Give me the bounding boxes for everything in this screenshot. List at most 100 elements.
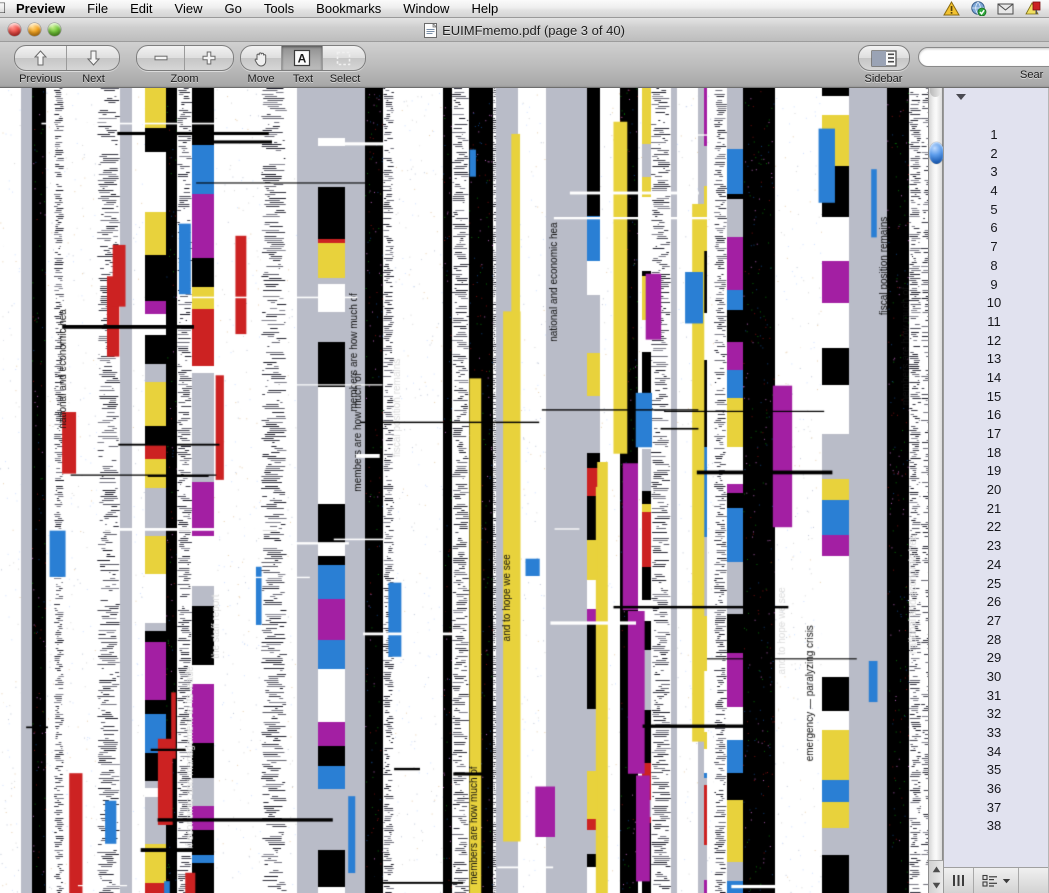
search-field[interactable] — [918, 47, 1049, 67]
scroll-down-arrow-icon[interactable] — [932, 882, 941, 889]
column-view-icon — [953, 875, 964, 886]
page-thumbnail-label[interactable]: 11 — [956, 313, 1032, 332]
page-thumbnail-label[interactable]: 36 — [956, 780, 1032, 799]
page-thumbnail-label[interactable]: 37 — [956, 799, 1032, 818]
menu-items: Preview File Edit View Go Tools Bookmarks Windo… — [10, 0, 509, 18]
page-thumbnail-label[interactable]: 9 — [956, 276, 1032, 295]
pdf-document-icon — [424, 22, 438, 38]
menu-bar:  PreviewFileEditViewGoToolsBookmarksWin… — [0, 0, 1049, 18]
scroll-up-arrow-icon[interactable] — [932, 866, 941, 873]
page-thumbnail-label[interactable]: 17 — [956, 425, 1032, 444]
page-thumbnail-label[interactable]: 21 — [956, 500, 1032, 519]
scrollbar-arrows[interactable] — [929, 860, 944, 893]
minimize-button[interactable] — [28, 23, 41, 36]
menu-item-help[interactable]: Help — [460, 0, 509, 18]
menu-item-window[interactable]: Window — [392, 0, 460, 18]
zoom-label: Zoom — [170, 73, 199, 85]
document-scroll-thumb[interactable] — [929, 142, 944, 164]
page-thumbnail-label[interactable]: 19 — [956, 462, 1032, 481]
page-thumbnail-label[interactable]: 32 — [956, 705, 1032, 724]
page-thumbnail-label[interactable]: 14 — [956, 369, 1032, 388]
page-thumbnail-label[interactable]: 18 — [956, 444, 1032, 463]
page-thumbnail-label[interactable]: 13 — [956, 350, 1032, 369]
search-input[interactable] — [926, 50, 1049, 64]
warning-triangle-icon[interactable] — [943, 1, 960, 16]
sidebar-toggle-group: Sidebar — [858, 45, 910, 85]
page-thumbnail-label[interactable]: 10 — [956, 294, 1032, 313]
page-thumbnail-label[interactable]: 27 — [956, 612, 1032, 631]
svg-text:A: A — [298, 52, 307, 66]
corrupted-pdf-page-render[interactable] — [0, 88, 928, 893]
select-label: Select — [329, 73, 361, 85]
page-thumbnail-label[interactable]: 6 — [956, 219, 1032, 238]
zoom-group: Zoom — [136, 45, 234, 85]
page-thumbnail-label[interactable]: 33 — [956, 724, 1032, 743]
previous-page-button[interactable] — [15, 46, 67, 70]
page-thumbnail-label[interactable]: 22 — [956, 518, 1032, 537]
close-button[interactable] — [8, 23, 21, 36]
sidebar-toggle-button[interactable] — [859, 46, 909, 70]
sidebar-panel-icon — [871, 49, 897, 67]
navigation-segmented-control — [14, 45, 120, 71]
window-title: EUIMFmemo.pdf (page 3 of 40) — [442, 22, 625, 38]
page-thumbnail-label[interactable]: 31 — [956, 687, 1032, 706]
select-tool-button[interactable] — [323, 46, 364, 70]
text-label: Text — [292, 73, 314, 85]
next-page-button[interactable] — [67, 46, 119, 70]
page-thumbnail-label[interactable]: 4 — [956, 182, 1032, 201]
zoom-in-button[interactable] — [185, 46, 233, 70]
page-thumbnail-label[interactable]: 7 — [956, 238, 1032, 257]
menu-bar-status-area — [943, 1, 1049, 16]
marquee-select-icon — [336, 51, 351, 65]
page-number-list: 1 2 3 4 5 6 7 8 9 10 11 12 13 14 15 16 17 18 19 20 21 22 23 24 2… — [944, 126, 1048, 836]
page-thumbnail-label[interactable]: 1 — [956, 126, 1032, 145]
text-tool-button[interactable]: A — [282, 46, 323, 70]
document-vertical-scrollbar[interactable] — [928, 88, 944, 893]
menu-item-preview[interactable]: Preview — [10, 0, 76, 18]
window-controls — [8, 23, 61, 36]
column-view-button[interactable] — [944, 867, 974, 893]
menu-item-tools[interactable]: Tools — [253, 0, 305, 18]
page-thumbnail-label[interactable]: 3 — [956, 163, 1032, 182]
move-tool-button[interactable] — [241, 46, 282, 70]
page-thumbnail-label[interactable]: 24 — [956, 556, 1032, 575]
arrow-down-icon — [86, 50, 100, 66]
page-thumbnail-label[interactable]: 23 — [956, 537, 1032, 556]
screen:  PreviewFileEditViewGoToolsBookmarksWin… — [0, 0, 1049, 893]
menu-item-go[interactable]: Go — [213, 0, 252, 18]
list-view-button[interactable] — [974, 867, 1019, 893]
page-thumbnail-label[interactable]: 15 — [956, 388, 1032, 407]
page-thumbnail-label[interactable]: 35 — [956, 761, 1032, 780]
page-thumbnail-label[interactable]: 12 — [956, 332, 1032, 351]
menu-item-edit[interactable]: Edit — [119, 0, 163, 18]
page-thumbnail-label[interactable]: 28 — [956, 631, 1032, 650]
page-thumbnail-label[interactable]: 16 — [956, 406, 1032, 425]
menu-item-file[interactable]: File — [76, 0, 119, 18]
apple-logo-icon[interactable]:  — [0, 0, 8, 18]
sidebar-panel: 1 2 3 4 5 6 7 8 9 10 11 12 13 14 15 16 17 18 19 20 21 22 23 24 2… — [943, 88, 1048, 893]
envelope-mail-icon[interactable] — [997, 1, 1014, 16]
page-thumbnail-label[interactable]: 20 — [956, 481, 1032, 500]
page-thumbnail-label[interactable]: 30 — [956, 668, 1032, 687]
zoom-button[interactable] — [48, 23, 61, 36]
menu-item-bookmarks[interactable]: Bookmarks — [305, 0, 392, 18]
window-titlebar[interactable]: EUIMFmemo.pdf (page 3 of 40) — [0, 18, 1049, 42]
chevron-down-icon — [1002, 878, 1010, 883]
minus-icon — [154, 55, 167, 61]
content-area: 1 2 3 4 5 6 7 8 9 10 11 12 13 14 15 16 17 18 19 20 21 22 23 24 2… — [0, 88, 1049, 893]
page-thumbnail-label[interactable]: 29 — [956, 649, 1032, 668]
page-thumbnail-label[interactable]: 2 — [956, 145, 1032, 164]
red-flag-icon[interactable] — [1024, 1, 1041, 16]
preview-window: EUIMFmemo.pdf (page 3 of 40) Previous Ne… — [0, 18, 1049, 893]
disclosure-triangle-icon[interactable] — [956, 94, 966, 100]
page-thumbnail-label[interactable]: 38 — [956, 817, 1032, 836]
page-thumbnail-label[interactable]: 26 — [956, 593, 1032, 612]
page-thumbnail-label[interactable]: 34 — [956, 743, 1032, 762]
page-thumbnail-label[interactable]: 5 — [956, 201, 1032, 220]
menu-item-view[interactable]: View — [164, 0, 214, 18]
green-check-globe-icon[interactable] — [970, 1, 987, 16]
page-thumbnail-label[interactable]: 8 — [956, 257, 1032, 276]
document-view[interactable] — [0, 88, 928, 893]
zoom-out-button[interactable] — [137, 46, 185, 70]
page-thumbnail-label[interactable]: 25 — [956, 575, 1032, 594]
